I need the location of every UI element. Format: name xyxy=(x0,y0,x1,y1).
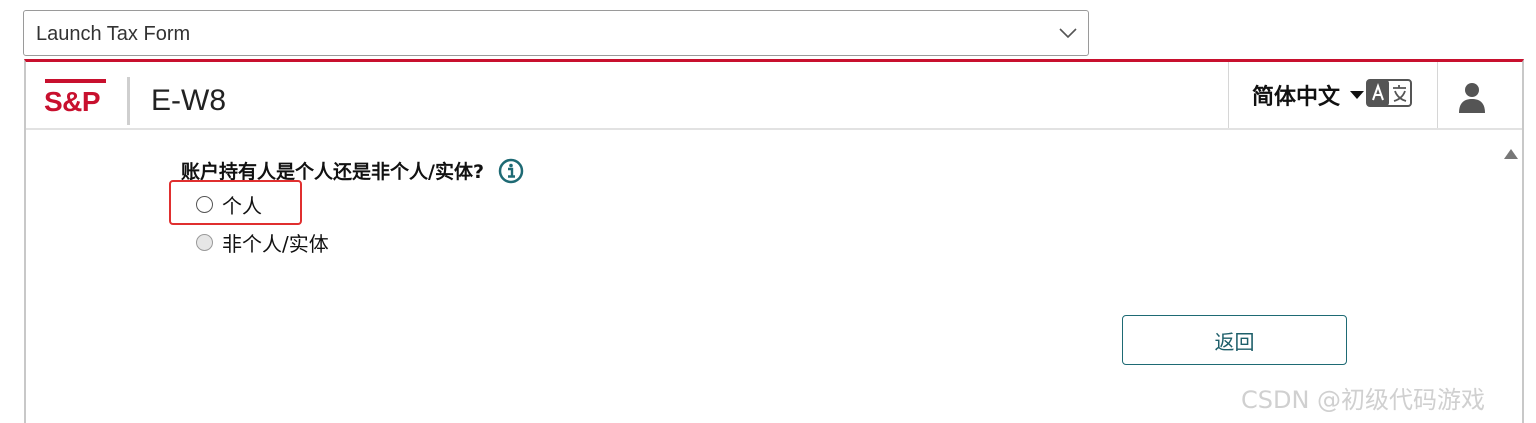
header-separator-left xyxy=(1228,62,1229,128)
select-value: Launch Tax Form xyxy=(36,23,191,45)
logo-text: S&P xyxy=(44,86,101,117)
scroll-up-arrow-icon[interactable] xyxy=(1504,144,1518,163)
tax-form-select[interactable]: Launch Tax Form xyxy=(23,10,1089,56)
option-entity[interactable]: 非个人/实体 xyxy=(196,228,329,257)
header-divider xyxy=(127,77,130,125)
language-selector[interactable]: 简体中文 xyxy=(1252,78,1413,112)
header-separator-right xyxy=(1437,62,1438,128)
sp-logo: S&P xyxy=(43,79,107,117)
radio-entity[interactable] xyxy=(196,234,213,251)
back-button[interactable]: 返回 xyxy=(1122,315,1347,365)
logo-bar xyxy=(45,79,106,83)
radio-individual[interactable] xyxy=(196,196,213,213)
app-header: S&P E-W8 简体中文 xyxy=(26,62,1522,130)
page-title: E-W8 xyxy=(151,84,226,117)
option-individual-label: 个人 xyxy=(222,194,262,218)
option-entity-label: 非个人/实体 xyxy=(222,232,329,256)
watermark-text: CSDN @初级代码游戏 xyxy=(1241,386,1486,414)
info-icon[interactable] xyxy=(498,158,524,184)
option-individual[interactable]: 个人 xyxy=(196,190,262,219)
translate-icon xyxy=(1366,79,1413,111)
caret-down-icon xyxy=(1350,84,1365,103)
chevron-down-icon[interactable] xyxy=(1058,23,1078,47)
user-icon[interactable] xyxy=(1458,82,1486,118)
form-frame: S&P E-W8 简体中文 账户持有人是个人还是非个人/实体? 个人 非个人/实… xyxy=(24,59,1524,423)
language-label: 简体中文 xyxy=(1252,85,1341,110)
